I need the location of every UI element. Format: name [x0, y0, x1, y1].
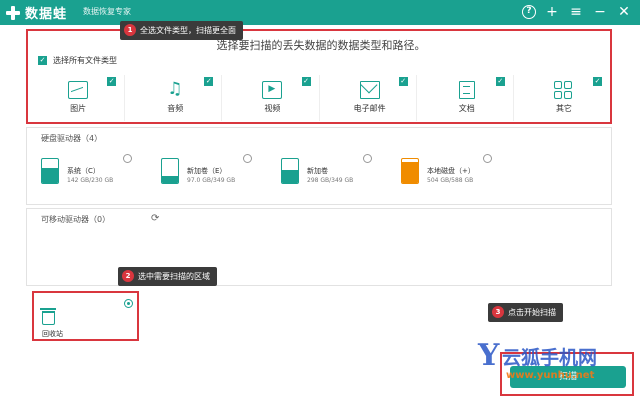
drive-item[interactable]: 新加卷 298 GB/349 GB: [267, 150, 377, 190]
drive-size: 504 GB/588 GB: [427, 177, 474, 184]
minimize-icon[interactable]: −: [592, 3, 608, 21]
file-type-video[interactable]: ✓ 视频: [226, 75, 320, 121]
watermark-brand: 云狐手机网: [502, 347, 598, 369]
music-icon: [165, 79, 185, 99]
drive-size: 97.0 GB/349 GB: [187, 177, 236, 184]
step-badge: 3: [492, 306, 504, 318]
tip-select-area: 2 选中需要扫描的区域: [118, 267, 217, 286]
drive-name: 系统（C）: [67, 167, 100, 175]
close-icon[interactable]: ✕: [616, 3, 632, 21]
title-bar: 数据蛙 数据恢复专家 ? + ≡ − ✕: [0, 0, 640, 25]
drive-icon: [401, 158, 419, 184]
file-type-email[interactable]: ✓ 电子邮件: [324, 75, 417, 121]
help-icon[interactable]: ?: [522, 5, 536, 19]
drive-item[interactable]: 新加卷（E） 97.0 GB/349 GB: [147, 150, 257, 190]
hard-drives-panel: 硬盘驱动器（4） 系统（C） 142 GB/230 GB 新加卷（E） 97.0…: [26, 127, 612, 205]
tip-start-scan: 3 点击开始扫描: [488, 303, 563, 322]
plus-icon[interactable]: +: [544, 3, 560, 21]
drive-usage-fill: [402, 162, 418, 183]
file-type-label: 文档: [458, 104, 475, 113]
drive-icon: [281, 158, 299, 184]
checkbox-icon[interactable]: ✓: [301, 77, 311, 86]
logo-plus-icon: [5, 5, 21, 21]
grid-icon: [553, 81, 574, 99]
window-controls: ? + ≡ − ✕: [522, 3, 632, 21]
removable-drives-panel: 可移动驱动器（0） ⟳: [26, 208, 612, 286]
step-badge: 1: [124, 24, 136, 36]
tip-text: 全选文件类型，扫描更全面: [140, 26, 236, 35]
app-logo: 数据蛙: [5, 2, 67, 23]
drive-icon: [161, 158, 179, 184]
file-type-label: 电子邮件: [353, 104, 386, 113]
checkbox-icon[interactable]: ✓: [398, 77, 408, 86]
recycle-bin-item[interactable]: 回收站: [32, 291, 139, 341]
checkbox-icon: ✓: [38, 56, 47, 65]
watermark-logo: Y: [478, 338, 500, 373]
drive-radio[interactable]: [123, 154, 132, 163]
app-name: 数据蛙: [25, 7, 68, 22]
drive-name: 新加卷: [307, 167, 328, 175]
step-badge: 2: [122, 270, 134, 282]
document-icon: [458, 81, 475, 99]
refresh-icon[interactable]: ⟳: [151, 213, 159, 224]
drive-name: 新加卷（E）: [187, 167, 227, 175]
drive-size: 142 GB/230 GB: [67, 177, 114, 184]
image-icon: [68, 81, 89, 99]
hard-drives-title: 硬盘驱动器（4）: [41, 134, 103, 143]
tip-text: 选中需要扫描的区域: [138, 272, 210, 281]
drive-usage-fill: [282, 169, 298, 183]
file-type-label: 音频: [167, 104, 184, 113]
tip-select-all: 1 全选文件类型，扫描更全面: [120, 21, 243, 40]
file-type-audio[interactable]: ✓ 音频: [129, 75, 223, 121]
page-title: 选择要扫描的丢失数据的数据类型和路径。: [216, 39, 426, 52]
drive-item[interactable]: 本地磁盘（+） 504 GB/588 GB: [387, 150, 497, 190]
drive-name: 本地磁盘（+）: [427, 167, 475, 175]
drive-radio[interactable]: [363, 154, 372, 163]
drive-icon: [41, 158, 59, 184]
file-type-images[interactable]: ✓ 图片: [32, 75, 126, 121]
recycle-bin-label: 回收站: [42, 330, 63, 338]
file-type-label: 其它: [555, 104, 572, 113]
file-type-documents[interactable]: ✓ 文档: [421, 75, 514, 121]
watermark: Y 云狐手机网 www.yunhu.net: [478, 338, 640, 388]
checkbox-icon[interactable]: ✓: [593, 77, 603, 86]
mail-icon: [359, 81, 380, 99]
select-all-label: 选择所有文件类型: [53, 56, 117, 65]
trash-icon: [40, 308, 56, 325]
file-type-label: 图片: [70, 104, 87, 113]
drive-radio[interactable]: [243, 154, 252, 163]
drive-usage-fill: [162, 176, 178, 183]
removable-drives-title: 可移动驱动器（0）: [41, 215, 111, 224]
checkbox-icon[interactable]: ✓: [204, 77, 214, 86]
drive-size: 298 GB/349 GB: [307, 177, 354, 184]
file-type-list: ✓ 图片 ✓ 音频 ✓ 视频 ✓ 电子邮件 ✓ 文档 ✓ 其它: [32, 75, 610, 121]
file-type-other[interactable]: ✓ 其它: [518, 75, 610, 121]
checkbox-icon[interactable]: ✓: [107, 77, 117, 86]
drive-item[interactable]: 系统（C） 142 GB/230 GB: [27, 150, 137, 190]
video-icon: [262, 81, 283, 99]
app-subtitle: 数据恢复专家: [83, 7, 131, 16]
file-type-section: 选择要扫描的丢失数据的数据类型和路径。 ✓ 选择所有文件类型 ✓ 图片 ✓ 音频…: [26, 29, 612, 124]
checkbox-icon[interactable]: ✓: [495, 77, 505, 86]
select-all-checkbox[interactable]: ✓ 选择所有文件类型: [38, 55, 117, 66]
file-type-label: 视频: [264, 104, 281, 113]
tip-text: 点击开始扫描: [508, 308, 556, 317]
watermark-url: www.yunhu.net: [506, 370, 595, 381]
drive-usage-fill: [42, 168, 58, 183]
recycle-bin-radio[interactable]: [124, 299, 133, 308]
drive-radio[interactable]: [483, 154, 492, 163]
menu-icon[interactable]: ≡: [568, 3, 584, 21]
